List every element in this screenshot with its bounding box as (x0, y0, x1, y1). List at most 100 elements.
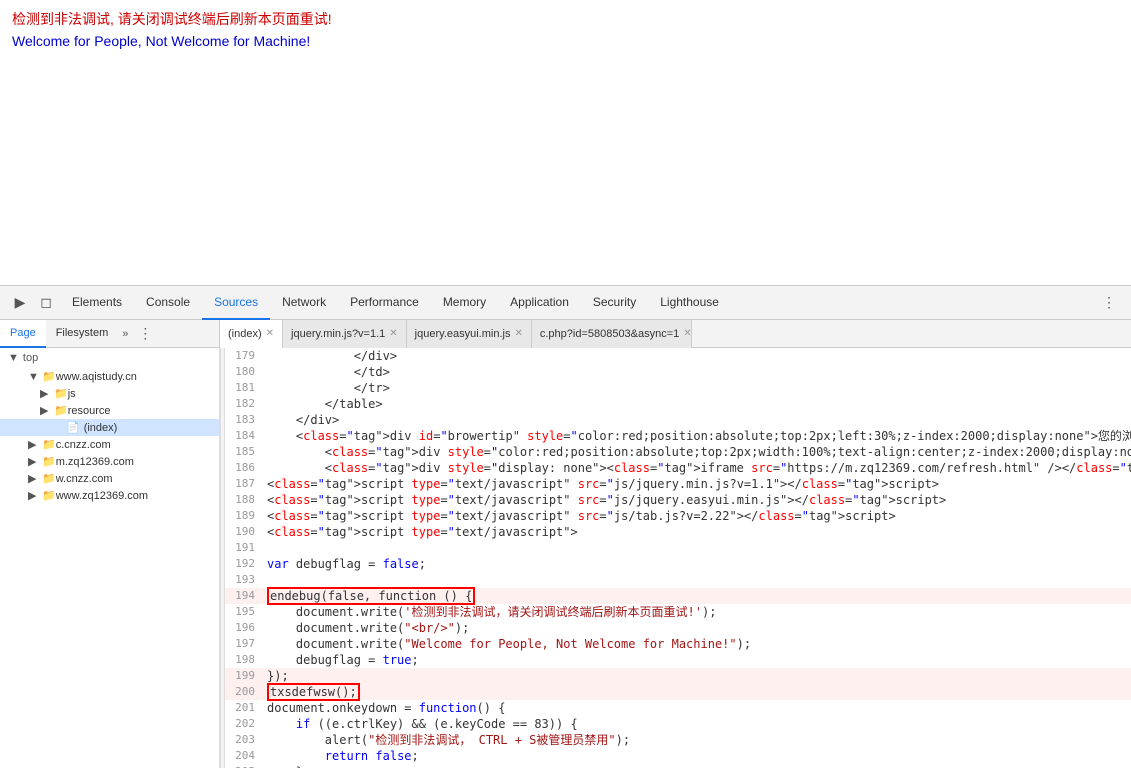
file-tab-jquery-min[interactable]: jquery.min.js?v=1.1 ✕ (283, 320, 407, 348)
tab-page[interactable]: Page (0, 320, 46, 348)
line-number-190: 190 (225, 524, 263, 540)
code-line-204: 204 return false; (225, 748, 1131, 764)
tab-application[interactable]: Application (498, 286, 581, 320)
tab-sources[interactable]: Sources (202, 286, 270, 320)
line-content-195: document.write('检测到非法调试，请关闭调试终端后刷新本页面重试!… (263, 604, 1131, 620)
more-options-icon[interactable]: ⋮ (1097, 291, 1121, 315)
sidebar-item-zq12369-www[interactable]: ▶ 📁 www.zq12369.com (0, 487, 219, 504)
line-number-188: 188 (225, 492, 263, 508)
code-line-194: 194endebug(false, function () { (225, 588, 1131, 604)
sidebar-top-label: top (23, 352, 38, 364)
close-jquery-min-icon[interactable]: ✕ (389, 328, 397, 339)
line-content-192: var debugflag = false; (263, 556, 1131, 572)
sidebar-item-resource[interactable]: ▶ 📁 resource (0, 402, 219, 419)
line-number-182: 182 (225, 396, 263, 412)
warning-cn: 检测到非法调试, 请关闭调试终端后刷新本页面重试! (12, 8, 1119, 30)
line-content-180: </td> (263, 364, 1131, 380)
file-tabs-bar: (index) ✕ jquery.min.js?v=1.1 ✕ jquery.e… (220, 320, 1131, 348)
secondary-more-icon[interactable]: » (118, 328, 132, 340)
code-line-197: 197 document.write("Welcome for People, … (225, 636, 1131, 652)
file-tab-cphp[interactable]: c.php?id=5808503&async=1 ✕ (532, 320, 692, 348)
code-line-193: 193 (225, 572, 1131, 588)
devtools-panel: ▶ ◻ ElementsConsoleSourcesNetworkPerform… (0, 285, 1131, 768)
secondary-toolbar: Page Filesystem » ⋮ (index) ✕ jquery.min… (0, 320, 1131, 348)
line-content-188: <class="tag">script type="text/javascrip… (263, 492, 1131, 508)
code-line-199: 199}); (225, 668, 1131, 684)
tab-performance[interactable]: Performance (338, 286, 431, 320)
line-content-197: document.write("Welcome for People, Not … (263, 636, 1131, 652)
line-content-182: </table> (263, 396, 1131, 412)
sidebar-item-js[interactable]: ▶ 📁 js (0, 385, 219, 402)
triangle-cnzz-c-icon: ▶ (28, 438, 38, 451)
folder-aqistudy-icon: 📁 (42, 370, 56, 383)
file-tab-index[interactable]: (index) ✕ (220, 320, 283, 348)
triangle-cnzz-w-icon: ▶ (28, 472, 38, 485)
secondary-options-icon[interactable]: ⋮ (132, 325, 158, 342)
sidebar-zq12369-www-label: www.zq12369.com (56, 490, 148, 502)
folder-cnzz-c-icon: 📁 (42, 438, 56, 451)
warning-en: Welcome for People, Not Welcome for Mach… (12, 30, 1119, 52)
code-line-185: 185 <class="tag">div style="color:red;po… (225, 444, 1131, 460)
line-content-186: <class="tag">div style="display: none"><… (263, 460, 1131, 476)
sidebar-item-cnzz-w[interactable]: ▶ 📁 w.cnzz.com (0, 470, 219, 487)
line-number-199: 199 (225, 668, 263, 684)
line-number-185: 185 (225, 444, 263, 460)
line-content-201: document.onkeydown = function() { (263, 700, 1131, 716)
folder-js-icon: 📁 (54, 387, 68, 400)
close-index-icon[interactable]: ✕ (266, 328, 274, 339)
code-editor[interactable]: 179 </div>180 </td>181 </tr>182 </table>… (225, 348, 1131, 768)
sources-sidebar: ▼ top ▼ 📁 www.aqistudy.cn ▶ 📁 js ▶ 📁 res… (0, 348, 220, 768)
line-number-196: 196 (225, 620, 263, 636)
triangle-aqistudy-icon: ▼ (28, 371, 38, 383)
tab-filesystem[interactable]: Filesystem (46, 320, 119, 348)
sidebar-item-zq12369[interactable]: ▶ 📁 m.zq12369.com (0, 453, 219, 470)
tab-elements[interactable]: Elements (60, 286, 134, 320)
line-number-202: 202 (225, 716, 263, 732)
devtools-main: ▼ top ▼ 📁 www.aqistudy.cn ▶ 📁 js ▶ 📁 res… (0, 348, 1131, 768)
line-content-187: <class="tag">script type="text/javascrip… (263, 476, 1131, 492)
sidebar-item-index[interactable]: 📄 (index) (0, 419, 219, 436)
sidebar-js-label: js (68, 388, 76, 400)
close-cphp-icon[interactable]: ✕ (683, 328, 691, 339)
sidebar-item-cnzz-c[interactable]: ▶ 📁 c.cnzz.com (0, 436, 219, 453)
code-line-196: 196 document.write("<br/>"); (225, 620, 1131, 636)
line-number-197: 197 (225, 636, 263, 652)
line-content-203: alert("检测到非法调试， CTRL + S被管理员禁用"); (263, 732, 1131, 748)
device-toggle-icon[interactable]: ◻ (34, 291, 58, 315)
code-line-179: 179 </div> (225, 348, 1131, 364)
tab-memory[interactable]: Memory (431, 286, 498, 320)
main-tabs: ElementsConsoleSourcesNetworkPerformance… (60, 286, 1097, 320)
line-content-200: txsdefwsw(); (263, 684, 1131, 700)
inspect-element-icon[interactable]: ▶ (8, 291, 32, 315)
line-number-183: 183 (225, 412, 263, 428)
tab-security[interactable]: Security (581, 286, 648, 320)
sidebar-item-aqistudy[interactable]: ▼ 📁 www.aqistudy.cn (0, 368, 219, 385)
sidebar-top-item[interactable]: ▼ top (0, 348, 219, 368)
line-number-205: 205 (225, 764, 263, 768)
line-number-189: 189 (225, 508, 263, 524)
code-line-203: 203 alert("检测到非法调试， CTRL + S被管理员禁用"); (225, 732, 1131, 748)
code-line-183: 183 </div> (225, 412, 1131, 428)
code-lines-container: 179 </div>180 </td>181 </tr>182 </table>… (225, 348, 1131, 768)
line-content-184: <class="tag">div id="browertip" style="c… (263, 428, 1131, 444)
line-content-202: if ((e.ctrlKey) && (e.keyCode == 83)) { (263, 716, 1131, 732)
line-content-204: return false; (263, 748, 1131, 764)
code-line-200: 200txsdefwsw(); (225, 684, 1131, 700)
code-line-192: 192var debugflag = false; (225, 556, 1131, 572)
file-tab-index-label: (index) (228, 328, 262, 340)
tab-lighthouse[interactable]: Lighthouse (648, 286, 731, 320)
close-jquery-easyui-icon[interactable]: ✕ (514, 328, 522, 339)
tab-network[interactable]: Network (270, 286, 338, 320)
line-content-185: <class="tag">div style="color:red;positi… (263, 444, 1131, 460)
line-content-199: }); (263, 668, 1131, 684)
file-tab-cphp-label: c.php?id=5808503&async=1 (540, 328, 679, 340)
line-content-194: endebug(false, function () { (263, 588, 1131, 604)
code-line-198: 198 debugflag = true; (225, 652, 1131, 668)
file-tab-jquery-easyui[interactable]: jquery.easyui.min.js ✕ (407, 320, 532, 348)
line-content-183: </div> (263, 412, 1131, 428)
code-line-187: 187<class="tag">script type="text/javasc… (225, 476, 1131, 492)
line-number-195: 195 (225, 604, 263, 620)
tab-console[interactable]: Console (134, 286, 202, 320)
sidebar-zq12369-label: m.zq12369.com (56, 456, 134, 468)
line-number-181: 181 (225, 380, 263, 396)
